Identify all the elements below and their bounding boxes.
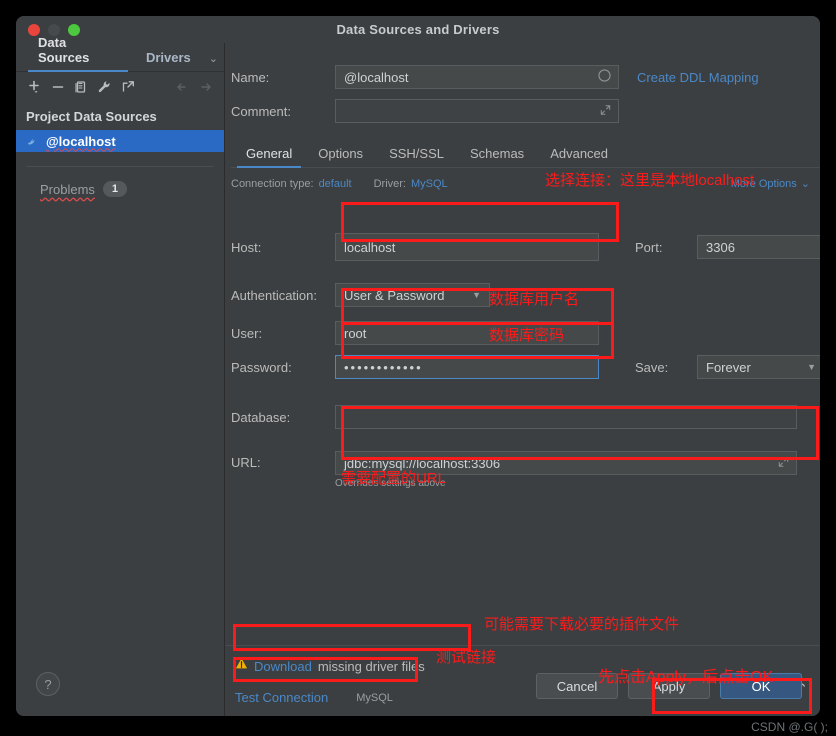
settings-tabstrip: General Options SSH/SSL Schemas Advanced [231,141,820,168]
remove-icon[interactable] [47,76,67,98]
forward-arrow-icon[interactable] [196,76,216,98]
host-input[interactable]: localhost [335,233,599,261]
copy-icon[interactable] [71,76,91,98]
url-row: URL: jdbc:mysql://localhost:3306 Overrid… [231,451,797,489]
tab-ssh-ssl[interactable]: SSH/SSL [376,146,457,167]
port-input[interactable]: 3306 [697,235,820,259]
comment-row: Comment: [231,99,619,123]
user-label: User: [231,325,263,341]
problems-count-badge: 1 [102,181,127,197]
chevron-down-icon: ▼ [807,362,816,372]
url-label: URL: [231,455,261,470]
password-input[interactable]: •••••••••••• [335,355,599,379]
mysql-dolphin-icon [26,135,39,148]
host-label: Host: [231,239,262,255]
sidebar-toolbar [16,72,224,101]
authentication-row: Authentication: User & Password ▼ [231,283,490,307]
annotation-buttons: 先点击Apply，后点击OK [598,669,774,686]
dialog-body: Data Sources Drivers ⌄ Project Data Sour… [16,35,820,716]
annotation-url: 需要配置的URL [341,470,447,487]
download-driver-link[interactable]: Download [254,659,312,674]
sidebar-section-title: Project Data Sources [26,109,157,124]
driver-label: Driver: [373,177,406,190]
authentication-label: Authentication: [231,287,318,303]
comment-input[interactable] [335,99,619,123]
window-title: Data Sources and Drivers [336,22,500,37]
test-connection-link[interactable]: Test Connection [235,690,328,705]
host-input-value: localhost [344,239,396,255]
expand-icon[interactable] [600,104,611,119]
password-label: Password: [231,359,292,375]
annotation-username: 数据库用户名 [489,291,580,308]
password-input-value: •••••••••••• [344,359,423,375]
wrench-icon[interactable] [94,76,114,98]
title-bar: Data Sources and Drivers [16,16,820,43]
download-driver-text: missing driver files [317,658,425,674]
connection-type-value[interactable]: default [319,178,352,190]
save-select[interactable]: Forever ▼ [697,355,820,379]
authentication-value: User & Password [344,287,445,303]
sidebar: Data Sources Drivers ⌄ Project Data Sour… [16,35,225,716]
help-button[interactable]: ? [36,672,60,696]
watermark: CSDN @.G( ); [751,720,828,734]
tab-options[interactable]: Options [305,146,376,167]
name-label: Name: [231,69,270,85]
save-value: Forever [706,359,751,375]
name-row: Name: @localhost Create DDL Mapping [231,65,759,89]
external-link-icon[interactable] [118,76,138,98]
tab-data-sources[interactable]: Data Sources [24,32,132,72]
annotation-driver: 可能需要下载必要的插件文件 [484,616,680,633]
test-connection-driver: MySQL [356,691,393,704]
connection-type-label: Connection type: [231,177,314,190]
dialog-window: Data Sources and Drivers Data Sources Dr… [16,16,820,716]
save-label: Save: [635,359,669,375]
database-row: Database: [231,405,797,429]
tab-drivers[interactable]: Drivers [132,47,205,71]
comment-label: Comment: [231,103,291,119]
user-input-value: root [344,325,367,341]
download-driver-row[interactable]: Download missing driver files [235,657,425,675]
circle-icon[interactable] [598,69,611,85]
database-label: Database: [231,409,291,425]
host-row: Host: localhost Port: 3306 [231,233,820,261]
sidebar-item-label: @localhost [46,133,116,149]
name-input[interactable]: @localhost [335,65,619,89]
database-input[interactable] [335,405,797,429]
test-connection-row[interactable]: Test Connection MySQL [235,690,393,705]
annotation-test: 测试链接 [436,649,497,666]
chevron-down-icon: ▼ [472,290,481,300]
authentication-select[interactable]: User & Password ▼ [335,283,490,307]
annotation-password: 数据库密码 [489,327,565,344]
chevron-down-icon[interactable]: ⌄ [801,177,810,190]
add-icon[interactable] [24,76,44,98]
annotation-connection: 选择连接：这里是本地localhost [545,172,755,189]
expand-icon[interactable] [778,456,789,471]
tab-schemas[interactable]: Schemas [457,146,537,167]
chevron-down-icon[interactable]: ⌄ [205,48,224,71]
sidebar-tabstrip: Data Sources Drivers ⌄ [16,35,224,72]
port-label: Port: [635,239,663,255]
sidebar-item-problems[interactable]: Problems 1 [16,167,224,197]
tab-advanced[interactable]: Advanced [537,146,621,167]
warning-triangle-icon [235,657,248,675]
password-row: Password: •••••••••••• Save: Forever ▼ [231,355,820,379]
tab-general[interactable]: General [233,146,305,168]
driver-value[interactable]: MySQL [411,178,448,190]
problems-label: Problems [40,181,95,197]
back-arrow-icon[interactable] [172,76,192,98]
create-ddl-mapping-link[interactable]: Create DDL Mapping [637,70,759,85]
name-input-value: @localhost [344,69,409,85]
footer-divider [225,645,820,646]
sidebar-item-localhost[interactable]: @localhost [16,130,224,152]
port-input-value: 3306 [706,239,735,255]
